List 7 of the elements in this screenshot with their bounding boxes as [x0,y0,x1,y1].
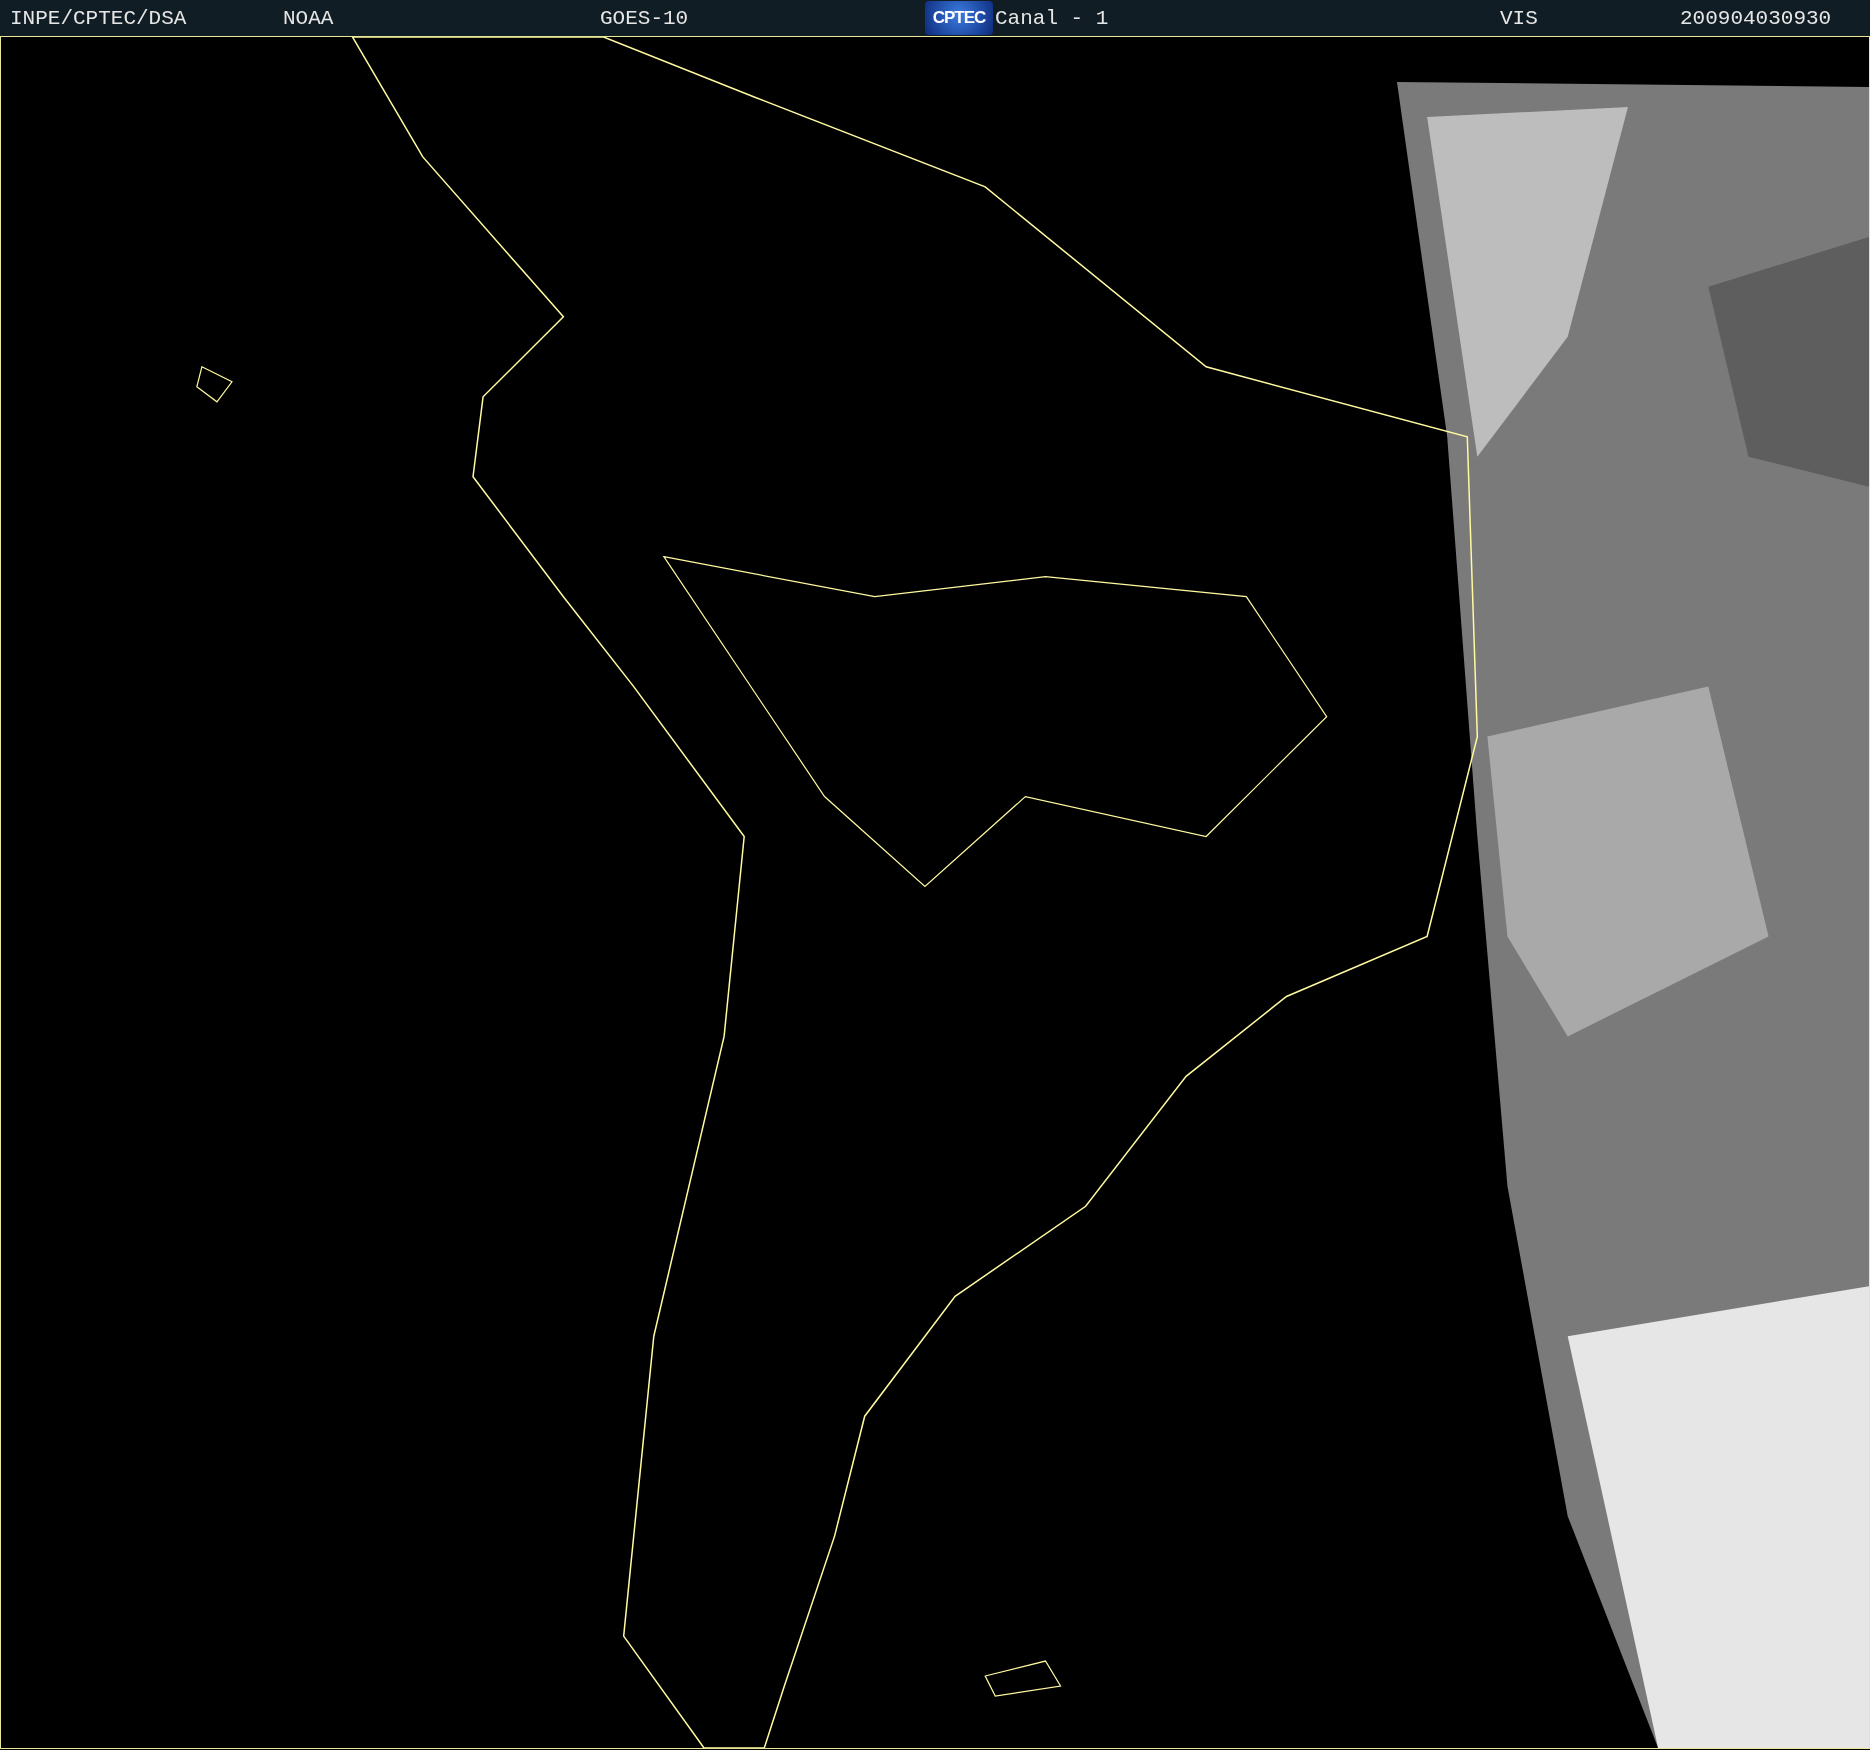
header-label: Canal - 1 [995,6,1109,30]
header-label: INPE/CPTEC/DSA [10,6,187,30]
header-label: NOAA [283,6,334,30]
header-label: VIS [1500,6,1538,30]
header-label: GOES-10 [600,6,689,30]
header-label: 200904030930 [1680,6,1832,30]
logo-badge: CPTEC [925,1,993,35]
